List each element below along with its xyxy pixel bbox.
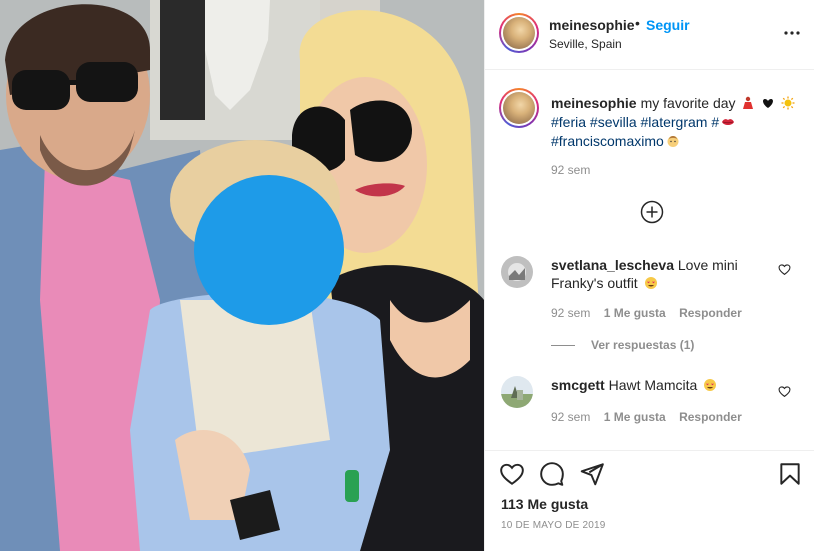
caption-avatar[interactable]: [499, 88, 539, 128]
hashtag-latergram[interactable]: #latergram: [641, 114, 708, 130]
post-header: meinesophie • Seguir Seville, Spain: [485, 0, 814, 70]
comment-meta: 92 sem 1 Me gusta Responder: [551, 306, 752, 320]
caption-timestamp: 92 sem: [551, 163, 591, 177]
view-replies-label[interactable]: Ver respuestas (1): [591, 338, 694, 352]
hashtag-feria[interactable]: #feria: [551, 114, 586, 130]
comment-body: svetlana_lescheva Love mini Franky's out…: [551, 256, 761, 292]
baby-emoji: [667, 136, 679, 147]
comment-meta: 92 sem 1 Me gusta Responder: [551, 410, 752, 424]
post-side-panel: meinesophie • Seguir Seville, Spain mein…: [484, 0, 814, 551]
replies-divider: [551, 345, 575, 347]
heart-eyes-emoji: [644, 277, 657, 289]
author-username[interactable]: meinesophie: [549, 17, 635, 33]
comment-timestamp: 92 sem: [551, 306, 591, 320]
likes-count[interactable]: 113 Me gusta: [501, 496, 588, 512]
post-caption: meinesophie my favorite day #feria #sevil…: [551, 94, 801, 151]
post-location[interactable]: Seville, Spain: [549, 37, 622, 51]
view-replies-button[interactable]: Ver respuestas (1): [551, 338, 694, 352]
hashtag-franciscomaximo[interactable]: #franciscomaximo: [551, 133, 664, 149]
author-avatar[interactable]: [499, 13, 539, 53]
woman-dancing-emoji: [743, 96, 754, 109]
comment-text: Hawt Mamcita: [608, 377, 698, 393]
post-date: 10 DE MAYO DE 2019: [501, 520, 606, 531]
comment-likes[interactable]: 1 Me gusta: [604, 306, 666, 320]
follow-button[interactable]: Seguir: [646, 17, 690, 33]
reply-button[interactable]: Responder: [679, 410, 742, 424]
comment-username[interactable]: smcgett: [551, 377, 605, 393]
hashtag-lips[interactable]: #: [711, 114, 719, 130]
commenter-avatar[interactable]: [501, 376, 533, 408]
separator-dot: •: [635, 15, 640, 31]
plus-circle-icon[interactable]: [640, 200, 664, 224]
post-actions: 113 Me gusta 10 DE MAYO DE 2019: [485, 450, 814, 551]
comment-body: smcgett Hawt Mamcita: [551, 376, 761, 394]
caption-text: my favorite day: [640, 95, 736, 111]
post-photo-illustration: [0, 0, 484, 551]
hashtag-sevilla[interactable]: #sevilla: [590, 114, 637, 130]
heart-emoji: [763, 99, 774, 108]
caption-username[interactable]: meinesophie: [551, 95, 637, 111]
comment-like-icon[interactable]: [778, 263, 791, 276]
lips-emoji: [722, 119, 735, 125]
bookmark-icon[interactable]: [777, 461, 803, 487]
heart-eyes-emoji: [704, 379, 717, 391]
sun-emoji: [781, 96, 795, 110]
more-options-icon[interactable]: [783, 24, 801, 42]
comment-timestamp: 92 sem: [551, 410, 591, 424]
comment-username[interactable]: svetlana_lescheva: [551, 257, 674, 273]
comment-like-icon[interactable]: [778, 385, 791, 398]
comments-section[interactable]: meinesophie my favorite day #feria #sevil…: [485, 70, 814, 450]
comment-likes[interactable]: 1 Me gusta: [604, 410, 666, 424]
post-photo[interactable]: [0, 0, 484, 551]
paper-plane-icon[interactable]: [579, 461, 605, 487]
heart-icon[interactable]: [499, 461, 525, 487]
reply-button[interactable]: Responder: [679, 306, 742, 320]
commenter-avatar[interactable]: [501, 256, 533, 288]
comment-bubble-icon[interactable]: [539, 461, 565, 487]
